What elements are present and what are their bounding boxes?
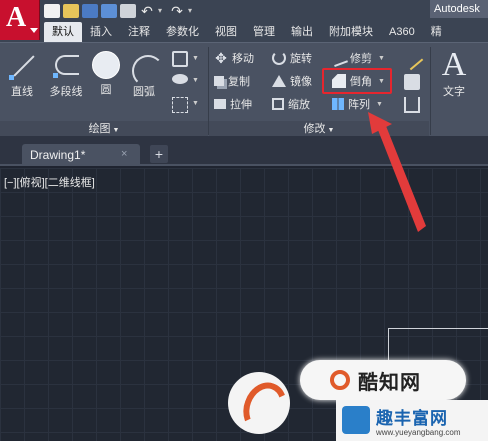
save-as-icon[interactable] (101, 4, 117, 18)
ribbon-tabs: 默认 插入 注释 参数化 视图 管理 输出 附加模块 A360 精 (44, 22, 450, 42)
rectangle-dropdown-icon[interactable]: ▼ (192, 55, 199, 62)
undo-dropdown-icon[interactable]: ▾ (158, 4, 166, 18)
tab-output[interactable]: 输出 (283, 22, 321, 42)
rotate-tool-label: 旋转 (290, 53, 312, 65)
watermark-badge-text: 酷知网 (358, 372, 421, 394)
modify-panel-title[interactable]: 修改 (209, 121, 429, 137)
hatch-dropdown-icon[interactable]: ▼ (192, 77, 199, 84)
trim-tool-label: 修剪 (350, 53, 372, 65)
copy-icon (214, 76, 224, 86)
chamfer-highlight-box (322, 68, 392, 94)
scale-icon (272, 98, 284, 110)
tab-a360[interactable]: A360 (381, 22, 423, 42)
open-folder-icon[interactable] (63, 4, 79, 18)
close-icon[interactable]: × (121, 148, 127, 160)
scale-tool-label: 缩放 (288, 99, 310, 111)
tab-parametric[interactable]: 参数化 (158, 22, 207, 42)
text-tool-button[interactable]: A 文字 (438, 47, 470, 99)
polyline-tool-label: 多段线 (49, 86, 83, 98)
document-tab-drawing1[interactable]: Drawing1* × (22, 144, 140, 166)
new-tab-button[interactable]: + (150, 145, 168, 163)
copy-tool-button[interactable]: 复制 (214, 72, 250, 90)
application-menu-button[interactable]: A (0, 0, 40, 40)
array-tool-label: 阵列 (348, 99, 370, 111)
move-icon: ✥ (215, 50, 227, 66)
offset-icon[interactable] (404, 97, 420, 113)
ribbon: 直线 多段线 圆 圆弧 ▼ ▼ ▼ 绘图 ✥ 移动 旋转 修剪 ▼ 复制 镜像 (0, 42, 488, 137)
move-tool-button[interactable]: ✥ 移动 (214, 49, 254, 67)
boundary-icon[interactable] (172, 97, 188, 113)
mirror-tool-button[interactable]: 镜像 (272, 72, 312, 90)
tab-manage[interactable]: 管理 (245, 22, 283, 42)
stretch-icon (214, 99, 226, 109)
title-bar: A ↶ ▾ ↷ ▾ Autodesk 默认 插入 注释 参数化 视图 管理 输出… (0, 0, 488, 42)
chevron-down-icon (30, 28, 38, 33)
tab-default[interactable]: 默认 (44, 22, 82, 42)
array-dropdown-icon[interactable]: ▼ (376, 101, 383, 108)
rotate-icon (272, 51, 286, 65)
redo-icon[interactable]: ↷ (169, 4, 185, 18)
polyline-icon (51, 51, 81, 81)
tab-insert[interactable]: 插入 (82, 22, 120, 42)
print-icon[interactable] (120, 4, 136, 18)
trim-icon (330, 49, 348, 67)
arc-tool-button[interactable]: 圆弧 (124, 47, 164, 103)
circle-icon (92, 51, 120, 79)
mirror-tool-label: 镜像 (290, 76, 312, 88)
tab-addins[interactable]: 附加模块 (321, 22, 381, 42)
window-title: Autodesk (430, 0, 488, 18)
circle-tool-label: 圆 (100, 84, 112, 96)
watermark-site: 趣丰富网 www.yueyangbang.com (336, 400, 488, 441)
rotate-tool-button[interactable]: 旋转 (272, 49, 312, 67)
polyline-tool-button[interactable]: 多段线 (42, 47, 90, 103)
trim-tool-button[interactable]: 修剪 ▼ (330, 49, 385, 67)
line-tool-label: 直线 (11, 86, 33, 98)
rectangle-icon[interactable] (172, 51, 188, 67)
watermark-circle-icon (330, 370, 350, 390)
stretch-tool-label: 拉伸 (230, 99, 252, 111)
redo-dropdown-icon[interactable]: ▾ (188, 4, 196, 18)
quick-access-toolbar: ↶ ▾ ↷ ▾ (44, 2, 196, 20)
line-icon (7, 51, 37, 81)
watermark-site-name: 趣丰富网 (376, 409, 448, 428)
panel-divider (430, 47, 431, 135)
line-tool-button[interactable]: 直线 (2, 47, 42, 103)
viewport-controls[interactable]: [−][俯视][二维线框] (4, 174, 95, 190)
watermark-site-url: www.yueyangbang.com (376, 428, 461, 437)
watermark-badge: 酷知网 (300, 360, 466, 400)
copy-tool-label: 复制 (228, 76, 250, 88)
watermark-site-icon (342, 406, 370, 434)
arc-icon (129, 51, 164, 87)
draw-panel-title[interactable]: 绘图 (0, 121, 208, 137)
circle-tool-button[interactable]: 圆 (86, 47, 126, 103)
move-tool-label: 移动 (232, 53, 254, 65)
stretch-tool-button[interactable]: 拉伸 (214, 95, 252, 113)
trim-dropdown-icon[interactable]: ▼ (378, 55, 385, 62)
mirror-icon (272, 75, 286, 87)
array-icon (332, 98, 344, 110)
tab-view[interactable]: 视图 (207, 22, 245, 42)
erase-icon[interactable] (400, 47, 424, 71)
tab-annotate[interactable]: 注释 (120, 22, 158, 42)
document-tab-label: Drawing1* (30, 148, 86, 162)
autocad-logo-icon: A (6, 2, 27, 33)
explode-icon[interactable] (404, 74, 420, 90)
array-tool-button[interactable]: 阵列 ▼ (332, 95, 383, 113)
text-tool-label: 文字 (443, 86, 465, 98)
text-icon: A (441, 46, 467, 83)
new-file-icon[interactable] (44, 4, 60, 18)
hatch-icon[interactable] (172, 74, 188, 84)
tab-featured[interactable]: 精 (423, 22, 450, 42)
watermark-logo-icon (228, 372, 290, 434)
document-tab-bar: Drawing1* × + (0, 136, 488, 166)
boundary-dropdown-icon[interactable]: ▼ (192, 100, 199, 107)
save-icon[interactable] (82, 4, 98, 18)
undo-icon[interactable]: ↶ (139, 4, 155, 18)
scale-tool-button[interactable]: 缩放 (272, 95, 310, 113)
